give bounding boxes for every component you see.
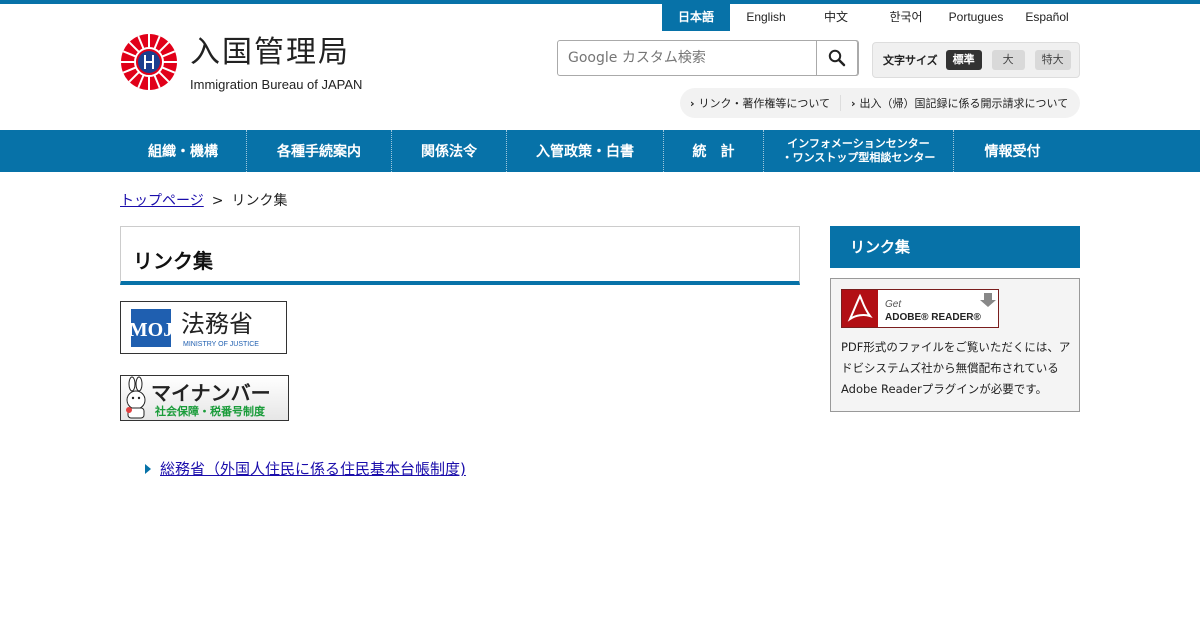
nav-label-line1: インフォメーションセンター <box>787 137 930 150</box>
bullet-triangle-icon <box>145 463 151 474</box>
moj-mark: MOJ <box>129 319 173 341</box>
font-size-switcher: 文字サイズ 標準 大 特大 <box>872 42 1080 78</box>
header-sublinks: リンク・著作権等について 出入（帰）国記録に係る開示請求について <box>680 88 1080 118</box>
breadcrumb-home-link[interactable]: トップページ <box>120 193 204 209</box>
nav-statistics[interactable]: 統 計 <box>663 130 763 172</box>
language-switcher: 日本語 English 中文 한국어 Portugues Español <box>662 4 1084 31</box>
moj-banner-title: 法務省 <box>181 310 253 338</box>
moj-banner-subtitle: MINISTRY OF JUSTICE <box>183 341 259 348</box>
mynumber-subtitle: 社会保障・税番号制度 <box>154 404 266 418</box>
immigration-emblem-icon <box>121 34 177 90</box>
adobe-reader-description: PDF形式のファイルをご覧いただくには、アドビシステムズ社から無償配布されている… <box>841 340 1071 396</box>
font-size-standard-button[interactable]: 標準 <box>945 50 982 70</box>
nav-information-center[interactable]: インフォメーションセンター ・ワンストップ型相談センター <box>763 130 953 172</box>
sidebar-title: リンク集 <box>830 226 1080 268</box>
nav-policy[interactable]: 入管政策・白書 <box>506 130 663 172</box>
search-button[interactable] <box>816 40 858 76</box>
mynumber-rabbit-icon <box>126 376 146 419</box>
font-size-label: 文字サイズ <box>883 54 938 67</box>
link-soumu-resident-registry[interactable]: 総務省（外国人住民に係る住民基本台帳制度) <box>160 458 466 479</box>
nav-label: 統 計 <box>692 144 735 160</box>
logo-title-ja: 入国管理局 <box>190 35 350 70</box>
list-item: 総務省（外国人住民に係る住民基本台帳制度) <box>145 458 466 479</box>
site-logo[interactable]: 入国管理局 Immigration Bureau of JAPAN <box>120 33 370 95</box>
mynumber-banner-link[interactable]: マイナンバー 社会保障・税番号制度 <box>120 375 289 421</box>
lang-english[interactable]: English <box>730 4 802 31</box>
moj-banner-link[interactable]: MOJ 法務省 MINISTRY OF JUSTICE <box>120 301 287 354</box>
link-disclosure-request[interactable]: 出入（帰）国記録に係る開示請求について <box>840 95 1078 111</box>
search-icon <box>828 49 846 67</box>
breadcrumb: トップページ > リンク集 <box>120 190 287 210</box>
adobe-reader-icon: Get ADOBE® READER® <box>842 290 996 327</box>
nav-label-two-line: インフォメーションセンター ・ワンストップ型相談センター <box>782 137 936 165</box>
get-adobe-reader-button[interactable]: Get ADOBE® READER® <box>841 289 999 328</box>
mynumber-logo-icon: マイナンバー 社会保障・税番号制度 <box>126 376 271 419</box>
link-list: 総務省（外国人住民に係る住民基本台帳制度) <box>145 458 466 479</box>
breadcrumb-current: リンク集 <box>231 193 288 209</box>
nav-label: 入管政策・白書 <box>536 144 634 160</box>
global-nav: 組織・機構 各種手続案内 関係法令 入管政策・白書 統 計 インフォメーションセ… <box>0 130 1200 172</box>
font-size-large-button[interactable]: 大 <box>991 50 1025 70</box>
search-input[interactable] <box>558 41 818 75</box>
nav-label: 情報受付 <box>984 144 1041 160</box>
nav-label: 関係法令 <box>421 144 477 160</box>
nav-organization[interactable]: 組織・機構 <box>120 130 246 172</box>
page-title: リンク集 <box>133 249 213 273</box>
nav-label-line2: ・ワンストップ型相談センター <box>781 151 936 164</box>
search-box <box>557 40 859 76</box>
nav-label: 各種手続案内 <box>277 144 361 160</box>
adobe-get-text: Get <box>885 299 902 310</box>
page-title-box: リンク集 <box>120 226 800 285</box>
mynumber-title: マイナンバー <box>151 381 271 405</box>
adobe-reader-text: ADOBE® READER® <box>885 312 981 323</box>
lang-japanese[interactable]: 日本語 <box>662 4 730 31</box>
breadcrumb-separator: > <box>211 193 224 209</box>
link-copyright[interactable]: リンク・著作権等について <box>680 95 840 111</box>
lang-spanish[interactable]: Español <box>1010 4 1084 31</box>
nav-label: 組織・機構 <box>148 144 218 160</box>
download-arrow-icon <box>980 293 996 307</box>
lang-chinese[interactable]: 中文 <box>802 4 870 31</box>
nav-procedures[interactable]: 各種手続案内 <box>246 130 391 172</box>
lang-portuguese[interactable]: Portugues <box>942 4 1010 31</box>
moj-logo-icon: MOJ 法務省 MINISTRY OF JUSTICE <box>129 309 259 348</box>
logo-title-en: Immigration Bureau of JAPAN <box>190 77 363 92</box>
font-size-xlarge-button[interactable]: 特大 <box>1034 50 1071 70</box>
lang-korean[interactable]: 한국어 <box>870 4 942 31</box>
nav-information-reception[interactable]: 情報受付 <box>953 130 1071 172</box>
nav-laws[interactable]: 関係法令 <box>391 130 506 172</box>
adobe-reader-box: Get ADOBE® READER® PDF形式のファイルをご覧いただくには、ア… <box>830 278 1080 412</box>
